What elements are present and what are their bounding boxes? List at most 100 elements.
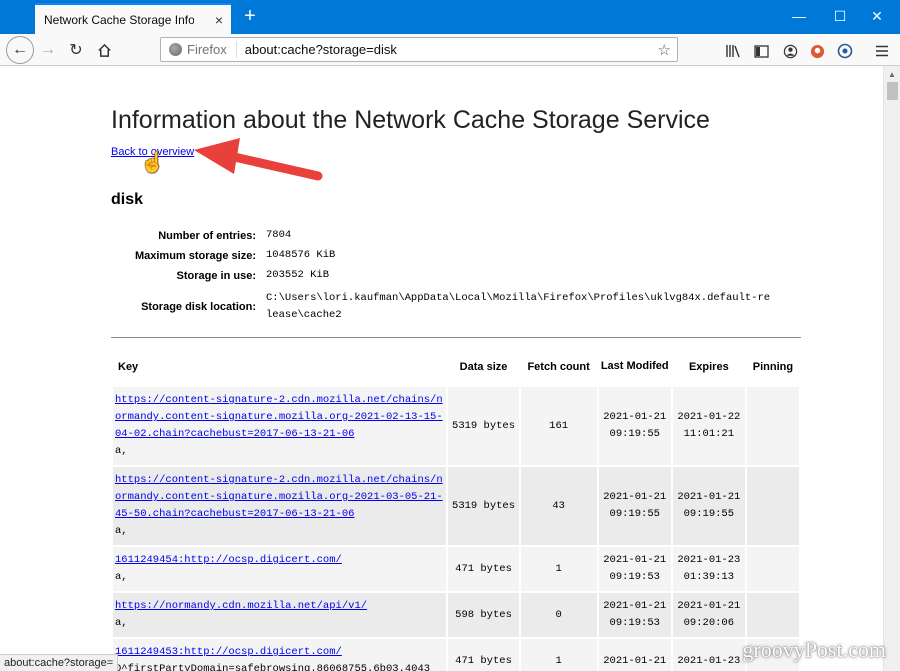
column-header-fetch-count: Fetch count xyxy=(527,360,590,373)
info-value: C:\Users\lori.kaufman\AppData\Local\Mozi… xyxy=(266,292,771,321)
expires-cell: 2021-01-23 01:39:13 xyxy=(670,545,747,593)
reload-icon[interactable]: ↻ xyxy=(64,38,88,62)
data-size-cell: 471 bytes xyxy=(446,545,521,593)
column-header-pinning: Pinning xyxy=(752,360,794,373)
table-row: https://content-signature-2.cdn.mozilla.… xyxy=(110,385,802,467)
extension-privacy-icon[interactable] xyxy=(836,42,854,60)
info-label: Storage disk location: xyxy=(141,301,256,313)
key-cell: https://normandy.cdn.mozilla.net/api/v1/… xyxy=(110,591,449,639)
watermark-logo: groovyPost.com xyxy=(742,637,886,662)
url-bar[interactable]: Firefox about:cache?storage=disk ☆ xyxy=(160,37,678,62)
last-modified-cell: 2021-01-21 09:19:55 xyxy=(596,385,673,467)
info-row: Storage in use: 203552 KiB xyxy=(111,269,776,284)
cache-entries-table: Key Data size Fetch count Last Modifed E… xyxy=(110,348,802,671)
expires-cell: 2021-01-21 09:20:06 xyxy=(670,591,747,639)
table-row: https://normandy.cdn.mozilla.net/api/v1/… xyxy=(110,591,802,639)
info-row: Number of entries: 7804 xyxy=(111,229,776,244)
page-title: Information about the Network Cache Stor… xyxy=(111,106,710,134)
tab-close-icon[interactable]: × xyxy=(215,12,223,28)
storage-info: Number of entries: 7804 Maximum storage … xyxy=(111,229,776,330)
bookmark-star-icon[interactable]: ☆ xyxy=(658,41,671,59)
key-suffix: a, xyxy=(115,445,128,457)
account-icon[interactable] xyxy=(781,42,799,60)
key-suffix: O^firstPartyDomain=safebrowsing.86068755… xyxy=(115,663,431,671)
expires-cell: 2021-01-23 xyxy=(670,637,747,671)
tab-strip: Network Cache Storage Information × + — … xyxy=(0,0,900,34)
expires-cell: 2021-01-22 11:01:21 xyxy=(670,385,747,467)
column-header-last-modified: Last Modifed xyxy=(600,360,669,372)
info-value: 203552 KiB xyxy=(266,269,330,281)
info-row: Storage disk location: C:\Users\lori.kau… xyxy=(111,290,776,324)
cache-entry-link[interactable]: https://content-signature-2.cdn.mozilla.… xyxy=(115,394,443,440)
pinning-cell xyxy=(744,591,802,639)
key-suffix: a, xyxy=(115,525,128,537)
menu-icon[interactable] xyxy=(873,42,891,60)
info-row: Maximum storage size: 1048576 KiB xyxy=(111,249,776,264)
fetch-count-cell: 1 xyxy=(518,637,599,671)
info-label: Storage in use: xyxy=(176,270,256,282)
annotation-arrow-icon xyxy=(194,138,323,181)
last-modified-cell: 2021-01-21 09:19:55 xyxy=(596,465,673,547)
fetch-count-cell: 43 xyxy=(518,465,599,547)
vertical-scrollbar[interactable]: ▲ xyxy=(883,66,900,671)
fetch-count-cell: 0 xyxy=(518,591,599,639)
data-size-cell: 5319 bytes xyxy=(446,385,521,467)
cache-entry-link[interactable]: https://content-signature-2.cdn.mozilla.… xyxy=(115,474,443,520)
key-suffix: a, xyxy=(115,571,128,583)
navigation-toolbar: ← → ↻ Firefox about:cache?storage=disk ☆ xyxy=(0,34,900,66)
key-cell: https://content-signature-2.cdn.mozilla.… xyxy=(110,385,449,467)
key-suffix: a, xyxy=(115,617,128,629)
tab-active[interactable]: Network Cache Storage Information × xyxy=(35,3,231,34)
url-brand-label: Firefox xyxy=(187,42,227,57)
fetch-count-cell: 161 xyxy=(518,385,599,467)
minimize-button[interactable]: — xyxy=(776,0,822,32)
page-content: Information about the Network Cache Stor… xyxy=(0,66,900,671)
column-header-expires: Expires xyxy=(688,360,729,373)
divider xyxy=(111,337,801,338)
pinning-cell xyxy=(744,465,802,547)
table-row: 1611249454:http://ocsp.digicert.com/ a, … xyxy=(110,545,802,593)
hand-cursor-icon: ☝ xyxy=(140,152,165,174)
tab-title: Network Cache Storage Information xyxy=(44,12,194,27)
forward-icon[interactable]: → xyxy=(36,38,60,62)
cache-entry-link[interactable]: 1611249453:http://ocsp.digicert.com/ xyxy=(115,646,342,658)
info-label: Maximum storage size: xyxy=(134,250,256,262)
back-icon[interactable]: ← xyxy=(6,36,34,64)
table-row: https://content-signature-2.cdn.mozilla.… xyxy=(110,465,802,547)
url-input[interactable]: about:cache?storage=disk xyxy=(237,42,397,57)
last-modified-cell: 2021-01-21 09:19:53 xyxy=(596,545,673,593)
key-cell: 1611249454:http://ocsp.digicert.com/ a, xyxy=(110,545,449,593)
table-header-row: Key Data size Fetch count Last Modifed E… xyxy=(112,348,800,386)
info-value: 7804 xyxy=(266,229,292,241)
scroll-thumb[interactable] xyxy=(887,82,898,100)
data-size-cell: 5319 bytes xyxy=(446,465,521,547)
key-cell: 1611249453:http://ocsp.digicert.com/ O^f… xyxy=(110,637,449,671)
status-bar: about:cache?storage= xyxy=(0,654,119,671)
expires-cell: 2021-01-21 09:19:55 xyxy=(670,465,747,547)
firefox-logo-icon xyxy=(169,43,182,56)
cache-entry-link[interactable]: 1611249454:http://ocsp.digicert.com/ xyxy=(115,554,342,566)
sidebar-icon[interactable] xyxy=(752,42,770,60)
identity-box[interactable]: Firefox xyxy=(161,41,237,58)
fetch-count-cell: 1 xyxy=(518,545,599,593)
pinning-cell xyxy=(744,545,802,593)
cache-entry-link[interactable]: https://normandy.cdn.mozilla.net/api/v1/ xyxy=(115,600,367,612)
last-modified-cell: 2021-01-21 xyxy=(596,637,673,671)
key-cell: https://content-signature-2.cdn.mozilla.… xyxy=(110,465,449,547)
new-tab-button[interactable]: + xyxy=(238,5,262,29)
extension-duckduckgo-icon[interactable] xyxy=(808,42,826,60)
column-header-data-size: Data size xyxy=(459,360,508,373)
scroll-up-icon[interactable]: ▲ xyxy=(888,70,896,79)
data-size-cell: 598 bytes xyxy=(446,591,521,639)
pinning-cell xyxy=(744,385,802,467)
storage-section-title: disk xyxy=(111,191,144,208)
column-header-key: Key xyxy=(118,360,139,373)
table-row: 1611249453:http://ocsp.digicert.com/ O^f… xyxy=(110,637,802,671)
home-icon[interactable] xyxy=(92,38,116,62)
data-size-cell: 471 bytes xyxy=(446,637,521,671)
info-label: Number of entries: xyxy=(158,230,256,242)
info-value: 1048576 KiB xyxy=(266,249,336,261)
close-window-button[interactable]: ✕ xyxy=(854,0,900,32)
library-icon[interactable] xyxy=(724,42,742,60)
last-modified-cell: 2021-01-21 09:19:53 xyxy=(596,591,673,639)
